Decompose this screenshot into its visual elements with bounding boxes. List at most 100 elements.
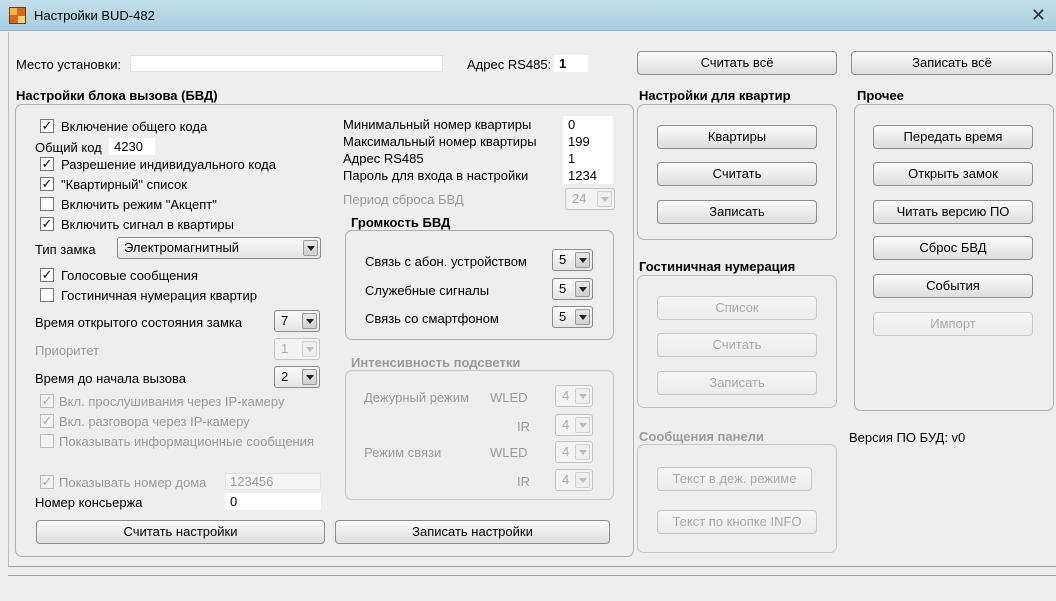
reset-bvd-button[interactable]: Сброс БВД <box>873 236 1033 260</box>
show-info-checkbox[interactable] <box>40 434 54 448</box>
call-delay-value: 2 <box>281 369 289 384</box>
ip-listen-label: Вкл. прослушивания через IP-камеру <box>59 394 285 409</box>
volume-subscriber-select[interactable]: 5 <box>552 249 593 271</box>
individual-code-checkbox[interactable]: ✓ <box>40 157 54 171</box>
standby-wled-value: 4 <box>562 388 570 403</box>
chevron-down-icon <box>575 309 590 325</box>
max-apartment-label: Максимальный номер квартиры <box>343 134 537 149</box>
voice-messages-label: Голосовые сообщения <box>61 268 198 283</box>
read-fw-version-button[interactable]: Читать версию ПО <box>873 200 1033 224</box>
apartments-write-button[interactable]: Записать <box>657 200 817 224</box>
lock-open-time-label: Время открытого состояния замка <box>35 315 243 330</box>
show-house-number-label: Показывать номер дома <box>59 475 207 490</box>
signal-to-apartments-checkbox[interactable]: ✓ <box>40 217 54 231</box>
write-all-button[interactable]: Записать всё <box>851 51 1053 75</box>
lock-open-time-select[interactable]: 7 <box>274 310 320 332</box>
import-button[interactable]: Импорт <box>873 312 1033 336</box>
bvd-rs485-input[interactable]: 1 <box>563 150 613 167</box>
show-house-number-checkbox[interactable]: ✓ <box>40 475 54 489</box>
comm-ir-label: IR <box>517 474 530 489</box>
ip-talk-checkbox[interactable]: ✓ <box>40 414 54 428</box>
events-button[interactable]: События <box>873 274 1033 298</box>
volume-smartphone-label: Связь со смартфоном <box>365 311 499 326</box>
close-icon[interactable]: ✕ <box>1031 5 1046 26</box>
info-text-button[interactable]: Текст по кнопке INFO <box>657 510 817 534</box>
chevron-down-icon <box>575 388 590 404</box>
volume-service-value: 5 <box>559 281 567 296</box>
password-input[interactable]: 1234 <box>563 167 613 184</box>
location-label: Место установки: <box>16 57 122 72</box>
apartments-section-title: Настройки для квартир <box>639 88 791 103</box>
read-all-button[interactable]: Считать всё <box>637 51 837 75</box>
common-code-enable-label: Включение общего кода <box>61 119 208 134</box>
house-number-input[interactable]: 123456 <box>225 473 321 490</box>
standby-wled-label: WLED <box>490 390 528 405</box>
hotel-write-button[interactable]: Записать <box>657 371 817 395</box>
standby-ir-select[interactable]: 4 <box>555 414 593 436</box>
chevron-down-icon <box>303 240 318 256</box>
standby-ir-label: IR <box>517 419 530 434</box>
open-lock-button[interactable]: Открыть замок <box>873 162 1033 186</box>
volume-service-select[interactable]: 5 <box>552 278 593 300</box>
common-code-enable-checkbox[interactable]: ✓ <box>40 119 54 133</box>
write-settings-button[interactable]: Записать настройки <box>335 520 610 544</box>
apartments-button[interactable]: Квартиры <box>657 125 817 149</box>
backlight-section-title: Интенсивность подсветки <box>351 355 521 370</box>
comm-ir-select[interactable]: 4 <box>555 469 593 491</box>
location-input[interactable] <box>130 55 443 72</box>
volume-subscriber-label: Связь с абон. устройством <box>365 254 527 269</box>
apartments-read-button[interactable]: Считать <box>657 162 817 186</box>
priority-select[interactable]: 1 <box>274 338 320 360</box>
standby-wled-select[interactable]: 4 <box>555 385 593 407</box>
accent-mode-label: Включить режим "Акцепт" <box>61 197 217 212</box>
hotel-numbering-checkbox[interactable] <box>40 288 54 302</box>
apartment-list-checkbox[interactable]: ✓ <box>40 177 54 191</box>
other-section-title: Прочее <box>857 88 904 103</box>
settings-window: Настройки BUD-482 ✕ Место установки: Адр… <box>0 0 1056 601</box>
comm-wled-select[interactable]: 4 <box>555 441 593 463</box>
chevron-down-icon <box>575 281 590 297</box>
accent-mode-checkbox[interactable] <box>40 197 54 211</box>
max-apartment-input[interactable]: 199 <box>563 133 613 150</box>
window-title: Настройки BUD-482 <box>34 8 155 23</box>
priority-label: Приоритет <box>35 343 100 358</box>
concierge-input[interactable]: 0 <box>225 493 321 510</box>
chevron-down-icon <box>302 341 317 357</box>
volume-smartphone-value: 5 <box>559 309 567 324</box>
standby-text-button[interactable]: Текст в деж. режиме <box>657 467 812 491</box>
lock-type-select[interactable]: Электромагнитный <box>117 237 321 259</box>
reset-period-select[interactable]: 24 <box>565 188 615 210</box>
volume-smartphone-select[interactable]: 5 <box>552 306 593 328</box>
client-area: Место установки: Адрес RS485: 1 Считать … <box>8 32 1056 567</box>
comm-ir-value: 4 <box>562 472 570 487</box>
signal-to-apartments-label: Включить сигнал в квартиры <box>61 217 234 232</box>
call-delay-label: Время до начала вызова <box>35 371 186 386</box>
lock-type-value: Электромагнитный <box>124 240 240 255</box>
individual-code-label: Разрешение индивидуального кода <box>61 157 276 172</box>
read-settings-button[interactable]: Считать настройки <box>36 520 325 544</box>
lock-open-time-value: 7 <box>281 313 289 328</box>
call-delay-select[interactable]: 2 <box>274 366 320 388</box>
chevron-down-icon <box>302 313 317 329</box>
bvd-section-title: Настройки блока вызова (БВД) <box>16 88 218 103</box>
priority-value: 1 <box>281 341 289 356</box>
show-info-label: Показывать информационные сообщения <box>59 434 315 449</box>
hotel-list-button[interactable]: Список <box>657 296 817 320</box>
concierge-label: Номер консьержа <box>35 495 143 510</box>
chevron-down-icon <box>575 252 590 268</box>
ip-talk-label: Вкл. разговора через IP-камеру <box>59 414 250 429</box>
standby-ir-value: 4 <box>562 417 570 432</box>
ip-listen-checkbox[interactable]: ✓ <box>40 394 54 408</box>
voice-messages-checkbox[interactable]: ✓ <box>40 268 54 282</box>
rs485-input[interactable]: 1 <box>554 55 588 72</box>
app-icon <box>9 7 26 24</box>
chevron-down-icon <box>575 417 590 433</box>
hotel-read-button[interactable]: Считать <box>657 333 817 357</box>
bvd-rs485-label: Адрес RS485 <box>343 151 424 166</box>
reset-period-label: Период сброса БВД <box>343 192 464 207</box>
title-bar: Настройки BUD-482 ✕ <box>0 0 1056 31</box>
comm-wled-value: 4 <box>562 444 570 459</box>
common-code-input[interactable]: 4230 <box>109 138 155 155</box>
send-time-button[interactable]: Передать время <box>873 125 1033 149</box>
min-apartment-input[interactable]: 0 <box>563 116 613 133</box>
